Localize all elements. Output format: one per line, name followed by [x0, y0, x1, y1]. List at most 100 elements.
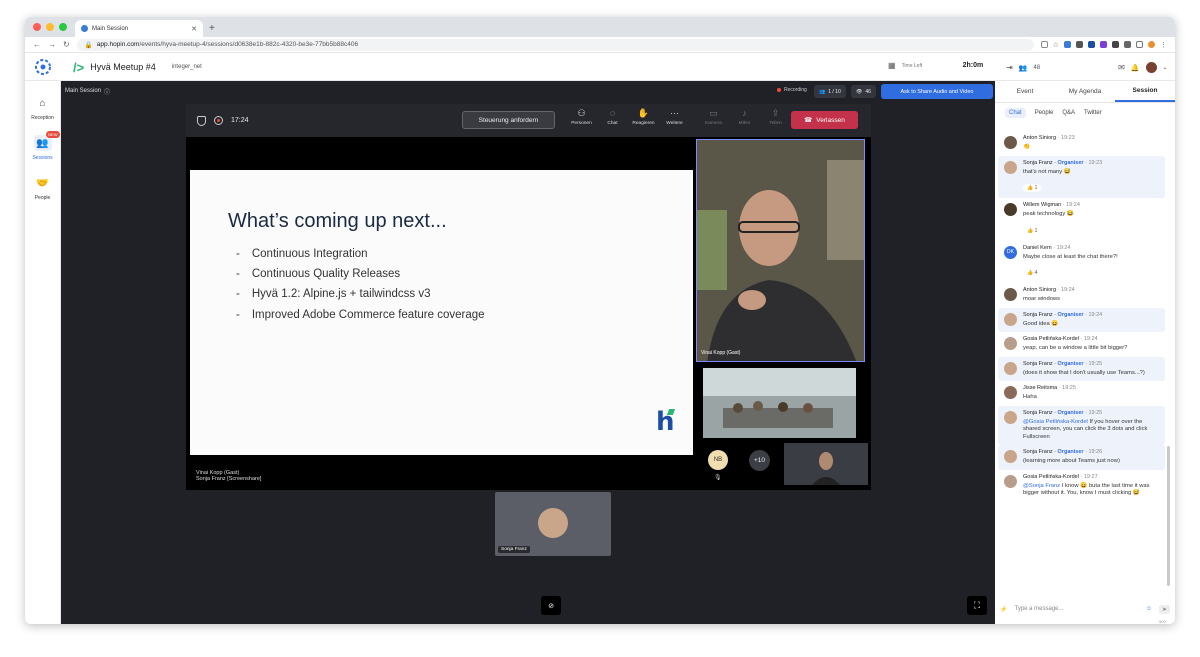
collapse-panel-icon[interactable]: ⇥ [1006, 63, 1013, 72]
speaker-tile-name: Sonja Franz [498, 546, 530, 553]
participant-video[interactable] [784, 443, 868, 485]
bell-icon[interactable]: 🔔 [1131, 64, 1140, 72]
chat-mention[interactable]: @Sonja Franz [1023, 483, 1060, 489]
chat-avatar[interactable] [1004, 160, 1017, 174]
share-icon: ⇪ [771, 108, 780, 118]
close-tab-icon[interactable]: ✕ [191, 25, 197, 33]
teams-icon-label: Mikro [738, 121, 751, 126]
teams-share-button[interactable]: ⇪ Teilen [760, 108, 791, 126]
minimize-window-button[interactable] [46, 23, 54, 31]
subtab-chat[interactable]: Chat [1005, 108, 1026, 118]
chat-reaction[interactable]: 👍 1 [1023, 184, 1042, 192]
chat-text-line: (learning more about Teams just now) [1023, 458, 1159, 466]
close-window-button[interactable] [33, 23, 41, 31]
chat-scrollbar[interactable] [1167, 446, 1170, 586]
sidepanel-icon[interactable] [1136, 41, 1143, 48]
extension-2-icon[interactable] [1076, 41, 1083, 48]
mail-icon[interactable]: ✉ [1118, 63, 1125, 72]
bookmark-star-icon[interactable]: ☆ [1053, 41, 1059, 49]
zoom-window-button[interactable] [59, 23, 67, 31]
speakers-count-pill: 👥 1 / 10 [814, 85, 846, 98]
extensions-puzzle-icon[interactable] [1124, 41, 1131, 48]
leave-call-button[interactable]: ☎ Verlassen [791, 111, 858, 129]
teams-react-button[interactable]: ✋ Reagieren [628, 108, 659, 126]
profile-avatar[interactable] [1148, 41, 1155, 48]
participant-avatar[interactable]: NB [708, 450, 728, 470]
fullscreen-icon[interactable]: ⛶ [967, 596, 987, 615]
chat-reaction[interactable]: 👍 1 [1023, 226, 1042, 235]
chat-avatar[interactable] [1004, 312, 1017, 326]
send-icon[interactable]: ➤ [1158, 604, 1170, 614]
back-icon[interactable]: ← [33, 40, 41, 49]
chat-author: Sonja Franz [1023, 449, 1053, 455]
subtab-qa[interactable]: Q&A [1062, 110, 1075, 116]
new-badge: NEW [46, 131, 60, 138]
info-icon[interactable]: ⓘ [104, 87, 110, 96]
teams-mic-button[interactable]: ♪ Mikro [729, 108, 760, 126]
nav-people[interactable]: 🤝 People [25, 175, 60, 202]
chat-time-line: · 19:25 [1058, 385, 1076, 391]
nav-reception[interactable]: ⌂ Reception [25, 95, 60, 122]
url-field[interactable]: 🔒 app.hopin.com /events/hyva-meetup-4/se… [76, 38, 1034, 51]
chat-avatar[interactable] [1004, 386, 1017, 399]
chat-mention[interactable]: @Gosia Petlińska-Kordel [1023, 419, 1088, 425]
extension-1-icon[interactable] [1064, 41, 1071, 48]
teams-chat-button[interactable]: ◌ Chat [597, 108, 628, 126]
new-tab-icon[interactable]: + [209, 23, 215, 34]
chat-time-line: · 19:23 [1085, 159, 1103, 166]
teams-camera-button[interactable]: ▭ Kamera [698, 108, 729, 126]
chat-time: 19:26 [1088, 449, 1103, 455]
chat-text-line: 👏 [1023, 144, 1159, 152]
chat-text-line: that's not many 😅 [1023, 169, 1159, 177]
chat-message-input[interactable]: Type a message... [1014, 606, 1138, 612]
reload-icon[interactable]: ↻ [63, 40, 70, 49]
speaker-tile[interactable]: Sonja Franz [495, 492, 611, 556]
chat-reaction[interactable]: 👍 4 [1023, 269, 1042, 277]
chat-author-line: Gosia Petlińska-Kordel · 19:24 [1023, 336, 1159, 342]
chat-text-line: Maybe close at least the chat there?! [1023, 254, 1159, 262]
extension-3-icon[interactable] [1088, 41, 1095, 48]
user-avatar[interactable] [1145, 62, 1157, 73]
chat-avatar[interactable] [1004, 450, 1017, 463]
chat-avatar[interactable] [1004, 337, 1017, 350]
room-video[interactable] [703, 368, 856, 438]
presenter-video[interactable]: Vinai Kopp (Gast) [696, 139, 865, 362]
chat-avatar[interactable] [1004, 203, 1017, 216]
camera-off-icon[interactable]: ⊘ [541, 596, 561, 615]
chat-time-line: · 19:25 [1085, 409, 1103, 416]
share-page-icon[interactable] [1040, 41, 1048, 48]
chat-avatar[interactable] [1004, 410, 1017, 424]
chat-avatar[interactable] [1004, 474, 1017, 488]
emoji-icon[interactable]: ☺ [1146, 606, 1152, 612]
extension-5-icon[interactable] [1112, 41, 1119, 48]
teams-more-button[interactable]: ··· Weitere [659, 108, 690, 126]
chat-list[interactable]: Anton Siniorg · 19:23 👏 Sonja Franz · Orga… [995, 131, 1175, 593]
hopin-logo-icon[interactable] [25, 59, 61, 75]
ask-to-share-button[interactable]: Ask to Share Audio and Video [881, 84, 993, 99]
chat-avatar[interactable] [1004, 136, 1017, 149]
extension-4-icon[interactable] [1100, 41, 1107, 48]
tab-session[interactable]: Session [1115, 81, 1175, 102]
speakers-count: 1 / 10 [828, 88, 841, 95]
chat-author-line: Willem Wigman · 19:24 [1023, 202, 1159, 208]
chat-avatar[interactable]: DK [1004, 245, 1017, 259]
teams-people-button[interactable]: ⚇ Personen [566, 108, 597, 126]
subtab-people[interactable]: People [1035, 110, 1054, 116]
tab-event[interactable]: Event [995, 81, 1055, 102]
call-timer: 17:24 [231, 117, 249, 124]
tab-my-agenda[interactable]: My Agenda [1055, 81, 1115, 102]
caption-screenshare: Sonja Franz [Screenshare] [196, 476, 262, 482]
chat-avatar[interactable] [1004, 288, 1017, 301]
subtab-twitter[interactable]: Twitter [1084, 110, 1102, 116]
nav-sessions[interactable]: 👥 NEW Sessions [25, 131, 60, 161]
browser-tab[interactable]: Main Session ✕ [75, 20, 203, 37]
screenshare-view[interactable]: 17:24 Steuerung anfordern ⚇ Personen ◌ Cha… [186, 104, 871, 490]
chat-avatar[interactable] [1004, 361, 1017, 375]
chat-author: Jisse Reitsma [1023, 385, 1058, 391]
request-control-button[interactable]: Steuerung anfordern [462, 111, 555, 129]
more-participants-button[interactable]: +10 [749, 450, 770, 471]
chevron-down-icon[interactable]: ⌄ [1163, 64, 1168, 71]
browser-menu-icon[interactable]: ⋮ [1160, 41, 1167, 49]
forward-icon[interactable]: → [48, 40, 56, 49]
lightning-icon[interactable]: ⚡ [1000, 606, 1007, 613]
